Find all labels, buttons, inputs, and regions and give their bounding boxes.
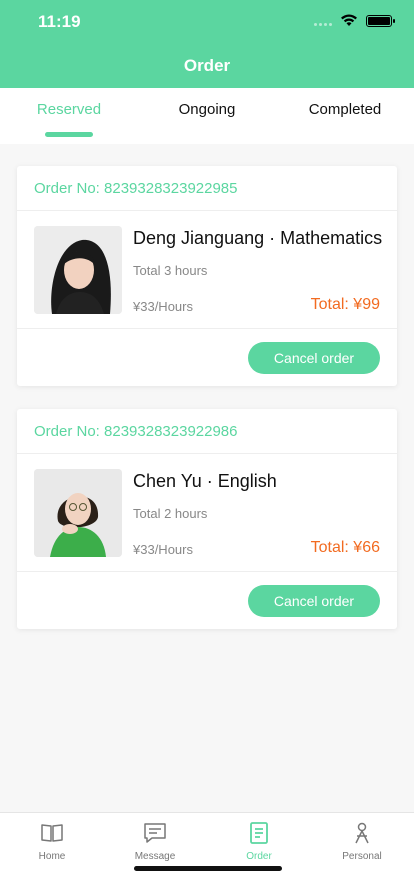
hourly-rate: ¥33/Hours bbox=[133, 299, 193, 314]
bottom-tab-bar: Home Message Order Personal bbox=[0, 812, 414, 896]
cancel-order-button[interactable]: Cancel order bbox=[248, 342, 380, 374]
cancel-order-button[interactable]: Cancel order bbox=[248, 585, 380, 617]
battery-icon bbox=[366, 14, 395, 27]
tab-label: Home bbox=[38, 851, 66, 862]
person-icon bbox=[355, 822, 369, 844]
tab-label: Order bbox=[246, 851, 272, 862]
teacher-name: Chen Yu · English bbox=[133, 471, 277, 491]
order-number: Order No: 8239328323922986 bbox=[34, 423, 238, 440]
tab-completed[interactable]: Completed bbox=[276, 101, 414, 118]
total-hours: Total 2 hours bbox=[133, 506, 208, 521]
tab-reserved[interactable]: Reserved bbox=[0, 101, 138, 118]
header: 11:19 Order bbox=[0, 0, 414, 88]
divider bbox=[17, 328, 397, 329]
status-time: 11:19 bbox=[38, 12, 81, 31]
order-card: Order No: 8239328323922985 Deng Jianguan… bbox=[17, 166, 397, 386]
teacher-photo bbox=[34, 226, 122, 314]
teacher-photo bbox=[34, 469, 122, 557]
tab-label: Personal bbox=[342, 851, 382, 862]
book-icon bbox=[41, 824, 63, 842]
tab-message[interactable]: Message bbox=[103, 821, 207, 862]
page-title: Order bbox=[183, 56, 231, 75]
home-indicator bbox=[134, 866, 282, 871]
tab-ongoing[interactable]: Ongoing bbox=[138, 101, 276, 118]
tab-order[interactable]: Order bbox=[207, 821, 311, 862]
hourly-rate: ¥33/Hours bbox=[133, 542, 193, 557]
teacher-avatar bbox=[34, 226, 122, 314]
total-hours: Total 3 hours bbox=[133, 263, 208, 278]
wifi-icon bbox=[341, 14, 357, 26]
divider bbox=[17, 571, 397, 572]
message-icon bbox=[144, 823, 166, 843]
divider bbox=[17, 453, 397, 454]
tab-label: Message bbox=[134, 851, 176, 862]
signal-icon bbox=[314, 16, 332, 26]
order-list: Order No: 8239328323922985 Deng Jianguan… bbox=[0, 144, 414, 812]
total-price: Total: ¥66 bbox=[310, 539, 380, 556]
teacher-avatar bbox=[34, 469, 122, 557]
order-number: Order No: 8239328323922985 bbox=[34, 180, 238, 197]
tab-personal[interactable]: Personal bbox=[310, 821, 414, 862]
tab-home[interactable]: Home bbox=[0, 821, 104, 862]
total-price: Total: ¥99 bbox=[310, 296, 380, 313]
order-icon bbox=[250, 822, 268, 844]
status-icons bbox=[314, 14, 395, 27]
order-card: Order No: 8239328323922986 Chen Yu · Eng… bbox=[17, 409, 397, 629]
teacher-name: Deng Jianguang · Mathematics bbox=[133, 228, 383, 248]
tab-indicator bbox=[45, 132, 93, 137]
divider bbox=[17, 210, 397, 211]
order-tabs: Reserved Ongoing Completed bbox=[0, 88, 414, 144]
